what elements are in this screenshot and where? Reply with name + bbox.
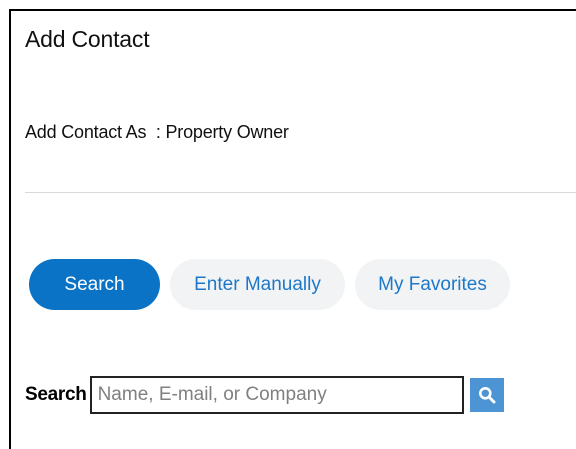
- search-row: Search: [25, 376, 504, 414]
- search-label: Search: [25, 384, 87, 405]
- page-title: Add Contact: [25, 26, 150, 52]
- search-button[interactable]: [469, 378, 504, 412]
- search-icon: [478, 386, 496, 404]
- search-input[interactable]: [89, 376, 464, 414]
- divider: [25, 192, 576, 193]
- add-contact-panel: Add Contact Add Contact As : Property Ow…: [9, 9, 576, 449]
- tab-my-favorites[interactable]: My Favorites: [355, 259, 510, 310]
- contact-mode-tabs: Search Enter Manually My Favorites: [29, 259, 510, 310]
- tab-search[interactable]: Search: [29, 259, 160, 310]
- add-contact-as-text: Add Contact As : Property Owner: [25, 122, 289, 142]
- tab-enter-manually[interactable]: Enter Manually: [170, 259, 345, 310]
